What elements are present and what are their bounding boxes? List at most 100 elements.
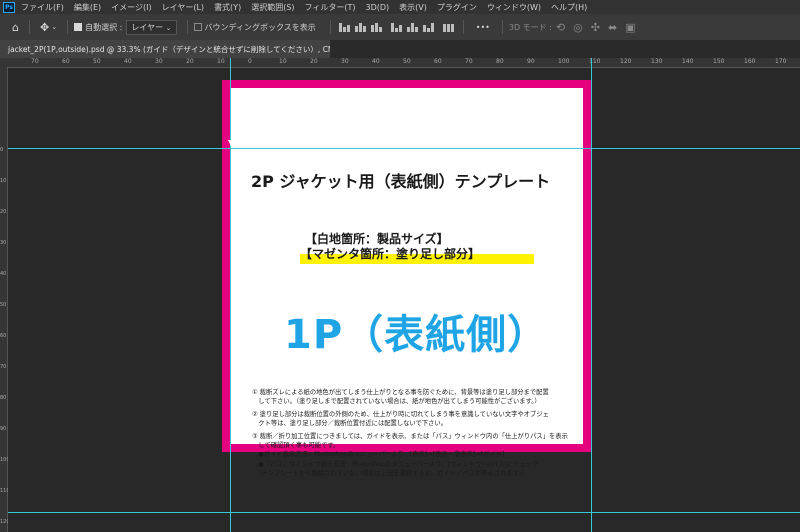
more-options-button[interactable]: ••• [476,23,490,32]
document-tabbar: jacket_2P(1P,outside).psd @ 33.3% (ガイド（デ… [0,40,800,58]
ruler-label: 160 [744,58,756,65]
ruler-label: 50 [0,302,7,308]
options-bar: ⌂ ✥ ⌄ 自動選択 : レイヤー ⌄ バウンディングボックスを表示 ••• 3… [0,14,800,41]
guide-horizontal[interactable] [8,512,800,513]
ruler-label: 70 [465,58,473,65]
align-bottom-icon[interactable] [370,22,383,32]
notes-block: ① 裁断ズレによる紙の地色が出てしまう仕上がりとなる事を防ぐために、背景等は塗り… [252,388,582,479]
menu-window[interactable]: ウィンドウ(W) [487,2,541,13]
template-title: 2P ジャケット用（表紙側）テンプレート [251,172,551,191]
document-tab[interactable]: jacket_2P(1P,outside).psd @ 33.3% (ガイド（デ… [0,40,330,58]
move-tool-icon[interactable]: ✥ [40,21,49,34]
layer-dropdown-value: レイヤー [131,22,164,32]
menu-file[interactable]: ファイル(F) [21,2,64,13]
document-tab-title: jacket_2P(1P,outside).psd @ 33.3% (ガイド（デ… [8,44,330,54]
menu-type[interactable]: 書式(Y) [214,2,241,13]
ruler-label: 10 [217,58,225,65]
vertical-ruler[interactable]: 0 10 20 30 40 50 60 70 80 90 100 110 120 [0,67,10,532]
ruler-label: 120 [620,58,632,65]
ruler-label: 90 [0,426,7,432]
note-line: クト等は、塗り足し部分／裁断位置付近には配置しないで下さい。 [252,420,448,428]
menu-layer[interactable]: レイヤー(L) [162,2,204,13]
bounding-box-label: バウンディングボックスを表示 [204,22,316,32]
ruler-label: 50 [93,58,101,65]
note-line: ② 塗り足し部分は裁断位置の外側のため、仕上がり時に切れてしまう事を意識していな… [252,410,549,418]
auto-select-checkbox[interactable] [74,23,83,31]
ruler-label: 140 [682,58,694,65]
ruler-label: 170 [775,58,787,65]
note-line: して下さい。（塗り足しまで配置されていない場合は、紙が地色が出てしまう可能性がご… [252,398,541,406]
ruler-label: 60 [434,58,442,65]
align-left-icon[interactable] [390,22,403,32]
menubar: Ps ファイル(F) 編集(E) イメージ(I) レイヤー(L) 書式(Y) 選… [0,0,800,14]
cover-side-title: 1P（表紙側） [284,312,549,358]
menu-view[interactable]: 表示(V) [399,2,427,13]
3d-roll-icon[interactable]: ◎ [573,21,583,34]
menu-edit[interactable]: 編集(E) [74,2,101,13]
horizontal-ruler[interactable]: 70 60 50 40 30 20 10 0 10 20 30 40 50 60 70 80 90 100 110 1… [7,58,800,68]
divider [501,20,503,34]
ruler-label: 10 [279,58,287,65]
layer-dropdown[interactable]: レイヤー ⌄ [126,19,177,35]
ruler-label: 60 [0,333,7,339]
3d-slide-icon[interactable]: ⬌ [608,21,617,34]
note-line: ●ガイド表示方法：Photoshopのメニューバーより、[表示]→[表示・非表示… [252,451,505,459]
spec-magenta-label: 【マゼンタ箇所：塗り足し部分】 [300,247,481,261]
bounding-box-checkbox[interactable] [193,23,202,31]
ruler-label: 40 [124,58,132,65]
3d-mode-label: 3D モード : [508,22,552,32]
menu-filter[interactable]: フィルター(T) [305,2,356,13]
menu-image[interactable]: イメージ(I) [111,2,151,13]
ruler-label: 50 [403,58,411,65]
divider [186,20,188,34]
arrow-down-icon [228,140,236,148]
ruler-label: 70 [31,58,39,65]
home-icon[interactable]: ⌂ [12,21,19,34]
align-middle-icon[interactable] [354,22,367,32]
3d-pan-icon[interactable]: ✣ [591,21,600,34]
ruler-label: 80 [0,395,7,401]
ruler-label: 90 [527,58,535,65]
note-line: ●「パス」ウィンドウ表示方法：Photoshopのメニューバーより、[ウィンドウ… [252,460,539,468]
ruler-label: 20 [186,58,194,65]
divider [462,20,464,34]
ruler-label: 30 [341,58,349,65]
ruler-label: 130 [651,58,663,65]
guide-horizontal[interactable] [8,148,800,149]
divider [67,20,69,34]
ruler-label: 10 [0,178,7,184]
align-right-icon[interactable] [422,22,435,32]
note-line: ③ 裁断／折り加工位置につきましては、ガイドを表示、または「パス」ウィンドウ内の… [252,432,568,440]
ruler-label: 150 [713,58,725,65]
menu-help[interactable]: ヘルプ(H) [551,2,587,13]
note-line: （テンプレートから削除されていない場合は上記を選択すると、ガイド／パスが表示され… [252,470,528,478]
ruler-label: 20 [310,58,318,65]
ruler-label: 40 [0,271,7,277]
3d-orbit-icon[interactable]: ⟲ [556,21,565,34]
menu-select[interactable]: 選択範囲(S) [251,2,294,13]
ruler-corner [0,58,7,67]
chevron-down-icon[interactable]: ⌄ [51,23,57,31]
menu-plugins[interactable]: プラグイン [437,2,477,13]
divider [329,20,331,34]
menu-3d[interactable]: 3D(D) [366,3,390,12]
ruler-label: 30 [155,58,163,65]
ruler-label: 70 [0,364,7,370]
bleed-callout-text: マゼンタ（ピンク）箇所が塗り足し箇所です。 [275,111,568,127]
align-center-icon[interactable] [406,22,419,32]
ruler-label: 60 [62,58,70,65]
guide-vertical[interactable] [591,58,592,532]
ruler-label: 80 [496,58,504,65]
chevron-down-icon: ⌄ [165,23,172,32]
ruler-label: 100 [558,58,570,65]
3d-scale-icon[interactable]: ▣ [625,21,635,34]
ruler-label: 0 [248,58,252,65]
photoshop-logo-icon: Ps [3,1,15,13]
ruler-label: 20 [0,209,7,215]
divider [28,20,30,34]
ruler-label: 30 [0,240,7,246]
distribute-icon[interactable] [442,22,455,32]
callout-line [233,118,271,120]
align-top-icon[interactable] [338,22,351,32]
note-line: して確認頂く事も可能です。 [252,442,340,450]
